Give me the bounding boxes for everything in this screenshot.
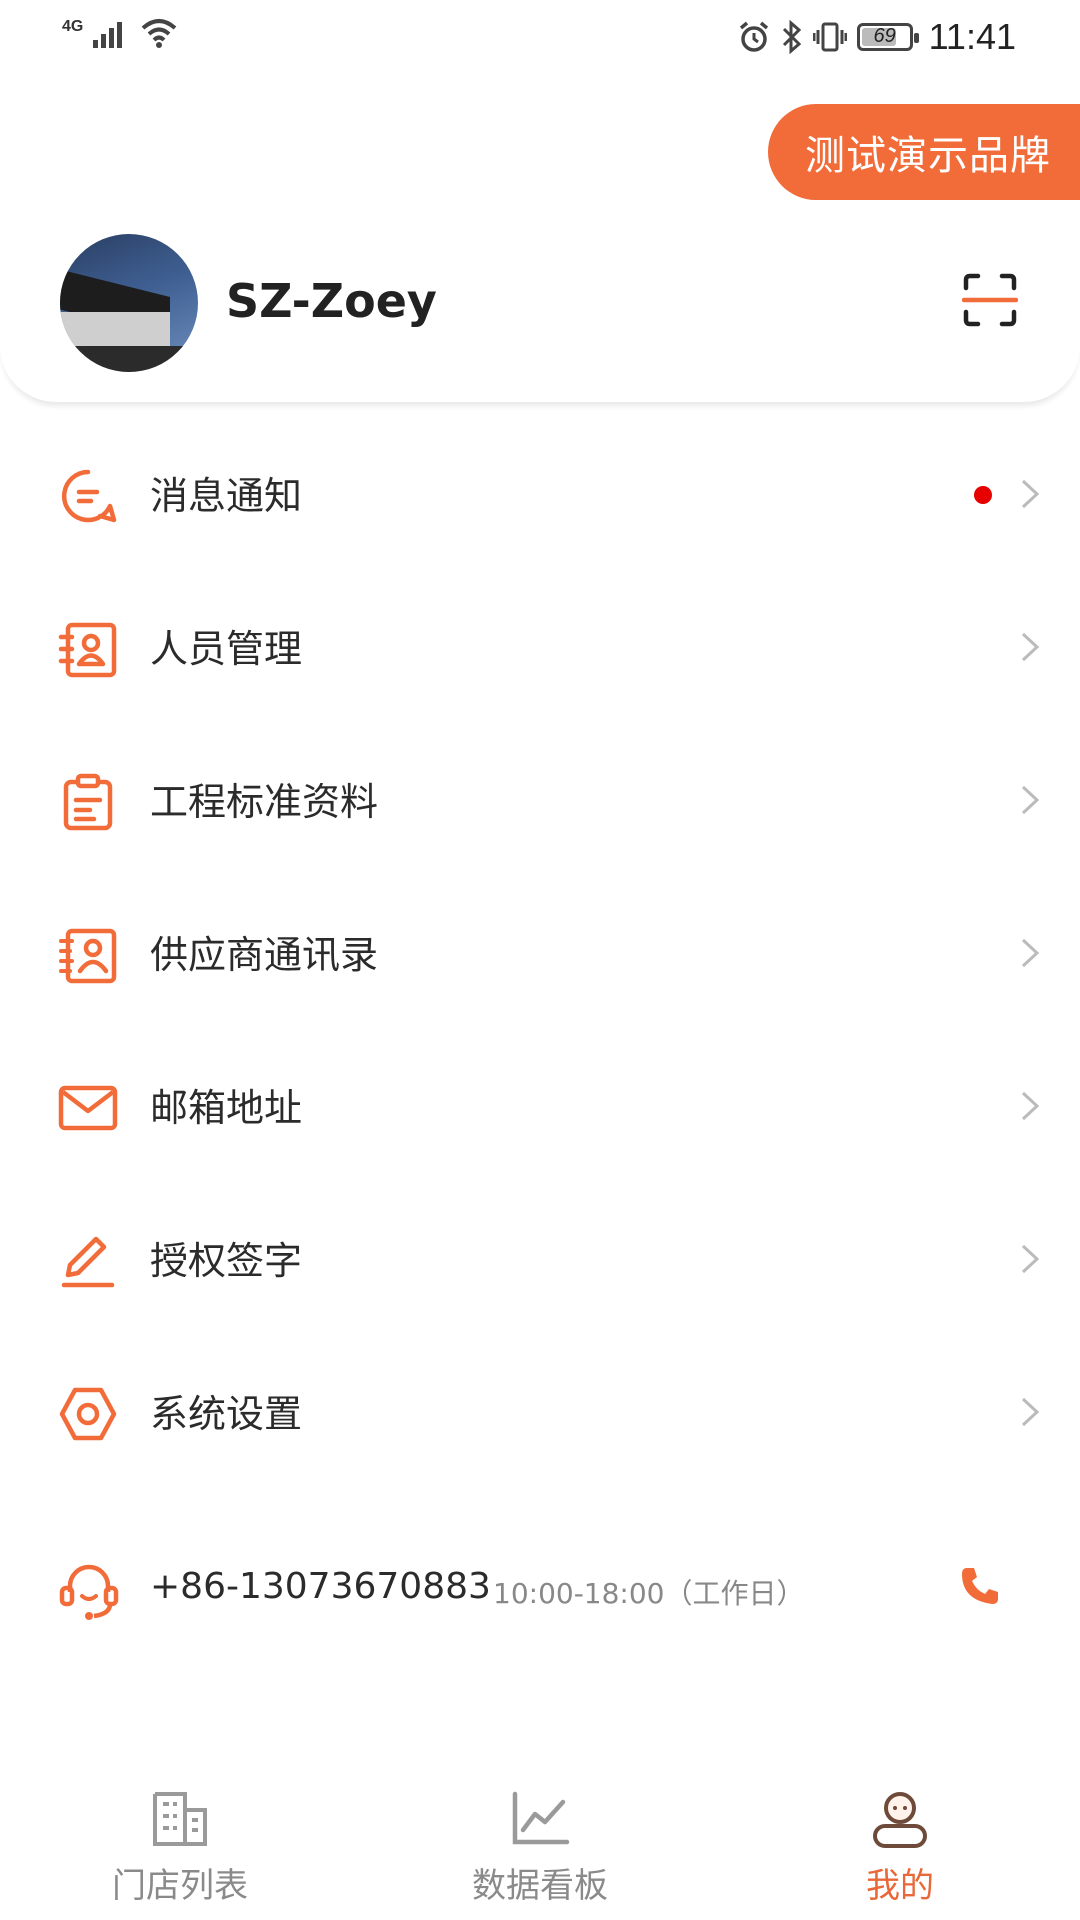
network-type: 4G: [62, 18, 84, 35]
chevron-right-icon: [1021, 1091, 1040, 1121]
avatar[interactable]: [60, 234, 198, 372]
tab-mine[interactable]: 我的: [800, 1766, 1000, 1907]
headset-icon: [59, 1564, 119, 1620]
message-icon: [62, 469, 117, 523]
menu-item-engineering-docs[interactable]: 工程标准资料: [0, 772, 1080, 925]
menu-item-supplier-contacts[interactable]: 供应商通讯录: [0, 925, 1080, 1078]
phone-call-icon[interactable]: [958, 1564, 1002, 1608]
staff-card-icon: [58, 622, 117, 678]
support-hours: 10:00-18:00（工作日）: [493, 1577, 805, 1610]
menu-label: 供应商通讯录: [150, 933, 379, 977]
battery-level: 69: [873, 25, 896, 47]
menu-label: 消息通知: [150, 474, 303, 518]
contacts-book-icon: [59, 928, 117, 984]
status-right: 69 11:41: [737, 16, 1016, 58]
chevron-right-icon: [1021, 1244, 1040, 1274]
wifi-icon: [142, 19, 177, 48]
alarm-icon: [739, 21, 768, 52]
brand-switch-button[interactable]: 测试演示品牌: [768, 104, 1080, 200]
menu-label: 工程标准资料: [150, 780, 379, 824]
profile-icon: [873, 1792, 927, 1848]
status-left: 4G: [62, 18, 177, 48]
chevron-right-icon: [1021, 938, 1040, 968]
menu-label: 系统设置: [150, 1392, 303, 1436]
menu-item-staff[interactable]: 人员管理: [0, 619, 1080, 772]
scan-icon[interactable]: [962, 272, 1018, 328]
profile-card: SZ-Zoey: [0, 210, 1080, 402]
tab-dashboard[interactable]: 数据看板: [440, 1766, 640, 1907]
tab-label: 我的: [866, 1866, 934, 1906]
chevron-right-icon: [1021, 479, 1040, 509]
tab-label: 门店列表: [112, 1866, 248, 1906]
bluetooth-icon: [782, 20, 801, 54]
battery-icon: 69: [856, 23, 919, 51]
menu-label: 人员管理: [150, 627, 303, 671]
settings-hexagon-icon: [59, 1387, 117, 1441]
mail-icon: [58, 1085, 118, 1131]
tab-store-list[interactable]: 门店列表: [80, 1766, 280, 1907]
menu-item-signature[interactable]: 授权签字: [0, 1231, 1080, 1384]
username: SZ-Zoey: [226, 274, 437, 328]
status-bar: 4G 69 11:41: [0, 0, 1080, 80]
unread-dot: [974, 486, 992, 504]
menu-item-settings[interactable]: 系统设置: [0, 1384, 1080, 1537]
clipboard-icon: [63, 773, 113, 831]
brand-label: 测试演示品牌: [805, 133, 1051, 179]
menu-item-email[interactable]: 邮箱地址: [0, 1078, 1080, 1231]
chevron-right-icon: [1021, 1397, 1040, 1427]
pen-icon: [61, 1236, 115, 1288]
menu-label: 授权签字: [150, 1239, 303, 1283]
signal-icon: [93, 22, 123, 48]
customer-service-row: +86-13073670883 10:00-18:00（工作日）: [0, 1560, 1080, 1630]
clock: 11:41: [928, 16, 1016, 57]
tab-label: 数据看板: [472, 1866, 608, 1906]
support-phone: +86-13073670883: [150, 1566, 491, 1607]
chevron-right-icon: [1021, 632, 1040, 662]
menu-label: 邮箱地址: [150, 1086, 303, 1130]
vibrate-icon: [812, 22, 847, 52]
menu-item-notifications[interactable]: 消息通知: [0, 466, 1080, 619]
bottom-tab-bar: 门店列表 数据看板 我的: [0, 1766, 1080, 1920]
line-chart-icon: [512, 1791, 570, 1845]
store-building-icon: [153, 1792, 207, 1846]
chevron-right-icon: [1021, 785, 1040, 815]
menu-list: 消息通知 人员管理 工程标准资料 供应商通讯录 邮箱地址 授权签字 系统设置: [0, 466, 1080, 1537]
